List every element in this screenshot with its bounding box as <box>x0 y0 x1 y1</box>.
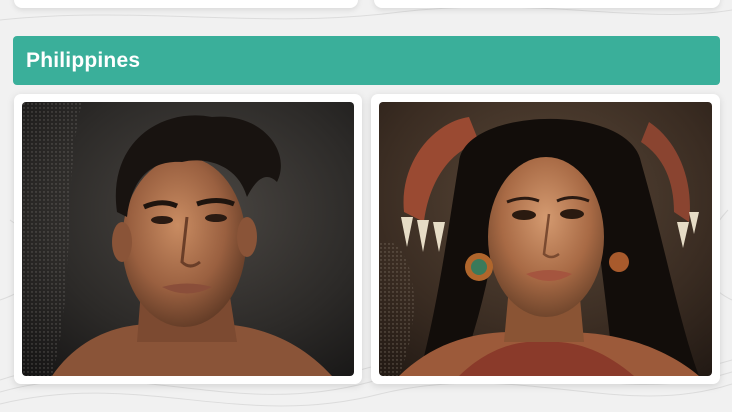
portrait-photo-icon <box>379 102 712 376</box>
previous-card-right <box>374 0 720 8</box>
image-card-man[interactable] <box>14 94 362 384</box>
portrait-man-image <box>22 102 354 376</box>
image-card-woman[interactable] <box>371 94 720 384</box>
section-title: Philippines <box>26 48 141 72</box>
previous-card-left <box>14 0 358 8</box>
section-header: Philippines <box>13 36 720 85</box>
portrait-photo-icon <box>22 102 354 376</box>
portrait-woman-image <box>379 102 712 376</box>
